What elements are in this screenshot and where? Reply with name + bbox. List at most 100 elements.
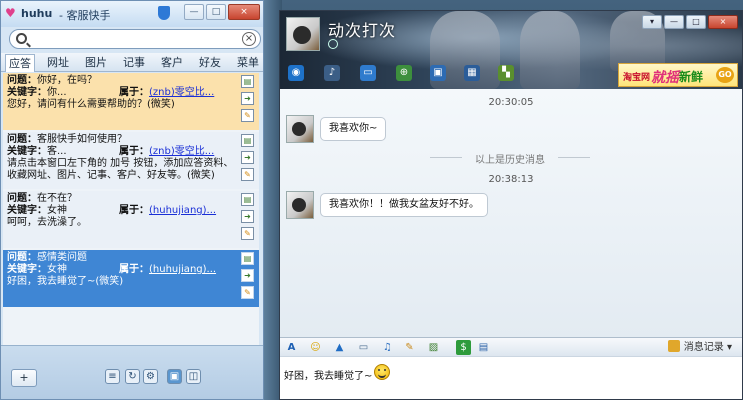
keyword-row: 关键字：女神 — [7, 264, 67, 276]
question-text: 客服快手如何使用？ — [37, 134, 127, 145]
keyword-row: 关键字：女神 — [7, 205, 67, 217]
send-icon[interactable]: ➜ — [241, 210, 254, 223]
title-bar[interactable]: ♥ huhu - 客服快手 — □ × — [1, 1, 263, 27]
ad-banner[interactable]: 淘宝网 就摇 新鲜 GO — [618, 63, 738, 87]
owner-link[interactable]: (znb)零空比... — [149, 87, 214, 98]
send-icon[interactable]: ➜ — [241, 92, 254, 105]
status-icon — [328, 39, 338, 49]
sender-avatar[interactable] — [286, 115, 314, 143]
settings-icon[interactable]: ⚙ — [143, 369, 158, 384]
database-icon[interactable]: ≡ — [105, 369, 120, 384]
keyword-label: 关键字： — [7, 146, 47, 157]
contact-name: 动次打次 — [328, 21, 397, 40]
chat-header[interactable]: 动次打次 ▾ — □ × ◉ ♪ ▭ ⊕ ▣ ▦ ▚ 淘宝网 就摇 新鲜 GO — [280, 11, 742, 89]
owner-row: 属于：(huhujiang)... — [119, 205, 216, 217]
history-label: 消息记录 — [683, 342, 724, 353]
message-timestamp: 20:30:05 — [488, 97, 534, 108]
owner-label: 属于： — [119, 205, 149, 216]
apps-icon[interactable]: ▚ — [498, 65, 514, 81]
owner-link[interactable]: (huhujiang)... — [149, 205, 216, 216]
history-icon — [667, 340, 680, 352]
edit-icon[interactable]: ✎ — [241, 168, 254, 181]
message-timestamp: 20:38:13 — [488, 174, 534, 185]
tab-customers[interactable]: 客户 — [157, 54, 187, 72]
emoji-icon[interactable]: ☺ — [308, 340, 323, 355]
remote-assist-icon[interactable]: ⊕ — [396, 65, 412, 81]
history-divider: 以上是历史消息 — [420, 151, 600, 166]
question-text: 你好，在吗？ — [37, 75, 97, 86]
edit-icon[interactable]: ✎ — [241, 227, 254, 240]
chat-window: 动次打次 ▾ — □ × ◉ ♪ ▭ ⊕ ▣ ▦ ▚ 淘宝网 就摇 新鲜 GO … — [279, 10, 743, 400]
message-history-button[interactable]: 消息记录 ▾ — [667, 340, 732, 355]
ad-go-button[interactable]: GO — [716, 67, 734, 83]
owner-link[interactable]: (huhujiang)... — [149, 264, 216, 275]
keyword-label: 关键字： — [7, 205, 47, 216]
list-item[interactable]: 问题：你好，在吗？ 关键字：你... 属于：(znb)零空比... 您好，请问有… — [3, 73, 259, 130]
message-area[interactable]: 20:30:05 我喜欢你~ 以上是历史消息 20:38:13 我喜欢你！！做我… — [280, 89, 742, 337]
send-icon[interactable]: ➜ — [241, 269, 254, 282]
search-box[interactable]: × — [9, 29, 261, 49]
copy-icon[interactable]: ▤ — [241, 193, 254, 206]
tab-urls[interactable]: 网址 — [43, 54, 73, 72]
question-label: 问题： — [7, 193, 37, 204]
owner-label: 属于： — [119, 87, 149, 98]
refresh-icon[interactable]: ↻ — [125, 369, 140, 384]
message-input[interactable]: 好困，我去睡觉了~ — [280, 357, 742, 399]
owner-link[interactable]: (znb)零空比... — [149, 146, 214, 157]
keyword-label: 关键字： — [7, 264, 47, 275]
gift-icon[interactable]: $ — [456, 340, 471, 355]
keyword-text: 女神 — [47, 205, 67, 216]
vibrate-icon[interactable]: ▲ — [332, 340, 347, 355]
item-actions: ▤ ➜ ✎ — [241, 193, 255, 244]
owner-label: 属于： — [119, 146, 149, 157]
screen-share-icon[interactable]: ▣ — [430, 65, 446, 81]
search-input[interactable] — [32, 32, 232, 46]
shield-icon[interactable] — [158, 6, 170, 20]
question-label: 问题： — [7, 252, 37, 263]
close-button[interactable]: × — [228, 4, 260, 20]
maximize-button[interactable]: □ — [686, 15, 706, 29]
screenshot-icon[interactable]: ▤ — [476, 340, 491, 355]
window-mode-icon[interactable]: ▣ — [167, 369, 182, 384]
owner-row: 属于：(huhujiang)... — [119, 264, 216, 276]
add-button[interactable]: + — [11, 369, 37, 387]
doodle-icon[interactable]: ✎ — [402, 340, 417, 355]
contact-avatar[interactable] — [286, 17, 320, 51]
video-clip-icon[interactable]: ▭ — [356, 340, 371, 355]
answer-list: 问题：你好，在吗？ 关键字：你... 属于：(znb)零空比... 您好，请问有… — [3, 73, 259, 345]
tab-bar: 应答 网址 图片 记事 客户 好友 菜单 — [1, 53, 263, 72]
list-item[interactable]: 问题：在不在？ 关键字：女神 属于：(huhujiang)... 呵呵，去洗澡了… — [3, 191, 259, 248]
answer-text-line1: 请点击本窗口左下角的 加号 按钮，添加应答资料、 — [7, 158, 234, 169]
window-menu-button[interactable]: ▾ — [642, 15, 662, 29]
send-file-icon[interactable]: ▭ — [360, 65, 376, 81]
tab-friends[interactable]: 好友 — [195, 54, 225, 72]
video-call-icon[interactable]: ◉ — [288, 65, 304, 81]
owner-row: 属于：(znb)零空比... — [119, 87, 214, 99]
sender-avatar[interactable] — [286, 191, 314, 219]
minimize-button[interactable]: — — [664, 15, 684, 29]
edit-icon[interactable]: ✎ — [241, 286, 254, 299]
image-icon[interactable]: ▨ — [426, 340, 441, 355]
tab-answers[interactable]: 应答 — [5, 54, 35, 72]
edit-icon[interactable]: ✎ — [241, 109, 254, 122]
font-icon[interactable]: A — [284, 340, 299, 355]
maximize-button[interactable]: □ — [206, 4, 226, 20]
split-view-icon[interactable]: ◫ — [186, 369, 201, 384]
close-button[interactable]: × — [708, 15, 738, 29]
voice-message-icon[interactable]: ♫ — [380, 340, 395, 355]
minimize-button[interactable]: — — [184, 4, 204, 20]
copy-icon[interactable]: ▤ — [241, 75, 254, 88]
smiley-emoji-icon — [374, 364, 390, 380]
clear-search-icon[interactable]: × — [242, 32, 256, 46]
tab-images[interactable]: 图片 — [81, 54, 111, 72]
tab-menu[interactable]: 菜单 — [233, 54, 263, 72]
list-item[interactable]: 问题：客服快手如何使用？ 关键字：客... 属于：(znb)零空比... 请点击… — [3, 132, 259, 189]
create-group-icon[interactable]: ▦ — [464, 65, 480, 81]
copy-icon[interactable]: ▤ — [241, 134, 254, 147]
copy-icon[interactable]: ▤ — [241, 252, 254, 265]
send-icon[interactable]: ➜ — [241, 151, 254, 164]
list-item-selected[interactable]: 问题：感情类问题 关键字：女神 属于：(huhujiang)... 好困，我去睡… — [3, 250, 259, 307]
tab-notes[interactable]: 记事 — [119, 54, 149, 72]
voice-call-icon[interactable]: ♪ — [324, 65, 340, 81]
question-text: 感情类问题 — [37, 252, 87, 263]
